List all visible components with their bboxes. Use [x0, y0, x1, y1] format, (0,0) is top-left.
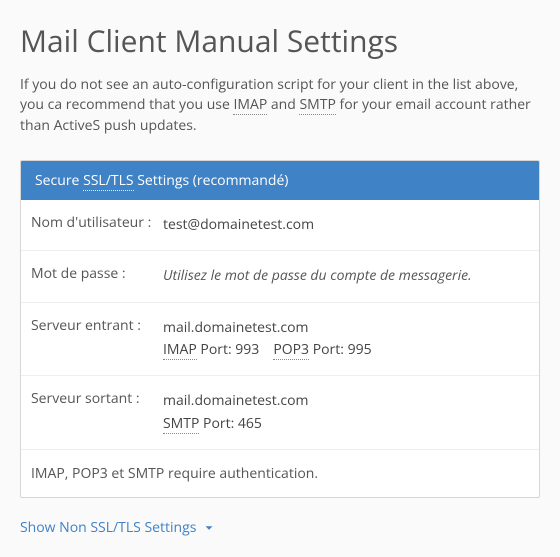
intro-between: and	[267, 95, 299, 114]
ssl-settings-panel: Secure SSL/TLS Settings (recommandé) Nom…	[20, 160, 540, 498]
outgoing-server: mail.domainetest.com	[163, 390, 529, 412]
panel-header-before: Secure	[35, 171, 83, 190]
panel-header: Secure SSL/TLS Settings (recommandé)	[21, 161, 539, 200]
intro-part2: recommend that you use	[62, 95, 233, 114]
incoming-pop3-port: Port: 995	[309, 340, 372, 359]
incoming-imap-port: Port: 993	[197, 340, 260, 359]
outgoing-label: Serveur sortant :	[31, 390, 163, 435]
panel-header-after: Settings (recommandé)	[134, 171, 289, 190]
row-outgoing: Serveur sortant : mail.domainetest.com S…	[21, 376, 539, 450]
toggle-label: Show Non SSL/TLS Settings	[20, 518, 196, 537]
incoming-pop3-abbr: POP3	[273, 340, 309, 360]
imap-abbr: IMAP	[233, 95, 267, 115]
password-label: Mot de passe :	[31, 265, 163, 287]
panel-header-abbr: SSL/TLS	[83, 171, 134, 191]
intro-text: If you do not see an auto-configuration …	[20, 75, 540, 136]
smtp-abbr: SMTP	[299, 95, 335, 115]
page-title: Mail Client Manual Settings	[20, 20, 540, 61]
row-username: Nom d'utilisateur : test@domainetest.com	[21, 200, 539, 251]
incoming-imap-abbr: IMAP	[163, 340, 197, 360]
row-password: Mot de passe : Utilisez le mot de passe …	[21, 251, 539, 302]
username-label: Nom d'utilisateur :	[31, 214, 163, 236]
chevron-down-icon	[202, 521, 216, 535]
outgoing-smtp-abbr: SMTP	[163, 414, 199, 434]
intro-part4: push updates.	[100, 116, 196, 135]
outgoing-smtp-port: Port: 465	[199, 414, 262, 433]
incoming-label: Serveur entrant :	[31, 317, 163, 362]
username-value: test@domainetest.com	[163, 214, 529, 236]
row-incoming: Serveur entrant : mail.domainetest.com I…	[21, 303, 539, 377]
password-value: Utilisez le mot de passe du compte de me…	[163, 266, 472, 285]
auth-note: IMAP, POP3 et SMTP require authenticatio…	[21, 450, 539, 497]
incoming-server: mail.domainetest.com	[163, 317, 529, 339]
show-nonssl-toggle[interactable]: Show Non SSL/TLS Settings	[20, 518, 216, 537]
